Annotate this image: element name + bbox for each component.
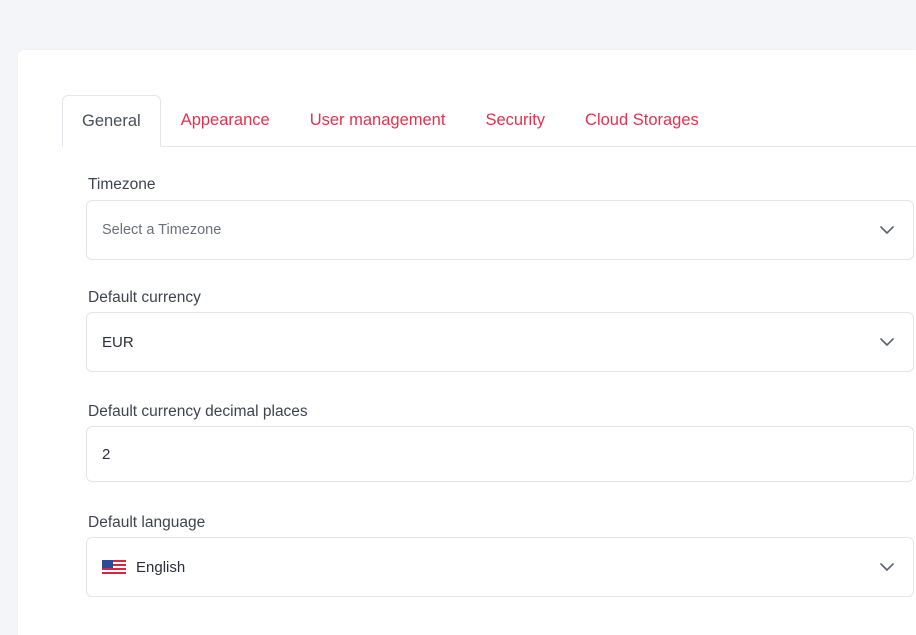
decimal-places-label: Default currency decimal places [88,403,308,420]
tab-general[interactable]: General [62,95,161,147]
timezone-select[interactable]: Select a Timezone [86,200,914,260]
chevron-down-icon [867,201,907,259]
us-flag-icon [102,560,126,574]
settings-tabs: General Appearance User management Secur… [62,95,916,147]
language-select[interactable]: English [86,537,914,597]
chevron-down-icon [867,313,907,371]
currency-label: Default currency [88,289,201,306]
tab-cloud-storages[interactable]: Cloud Storages [565,95,719,146]
timezone-label: Timezone [88,176,156,193]
decimal-places-value: 2 [102,445,111,463]
language-label: Default language [88,514,206,531]
currency-value: EUR [102,333,134,351]
tab-user-management[interactable]: User management [290,95,466,146]
decimal-places-input[interactable]: 2 [86,426,914,482]
timezone-placeholder: Select a Timezone [102,222,222,238]
tab-appearance[interactable]: Appearance [161,95,290,146]
tab-security[interactable]: Security [465,95,565,146]
chevron-down-icon [867,538,907,596]
currency-select[interactable]: EUR [86,312,914,372]
language-value: English [136,558,186,576]
